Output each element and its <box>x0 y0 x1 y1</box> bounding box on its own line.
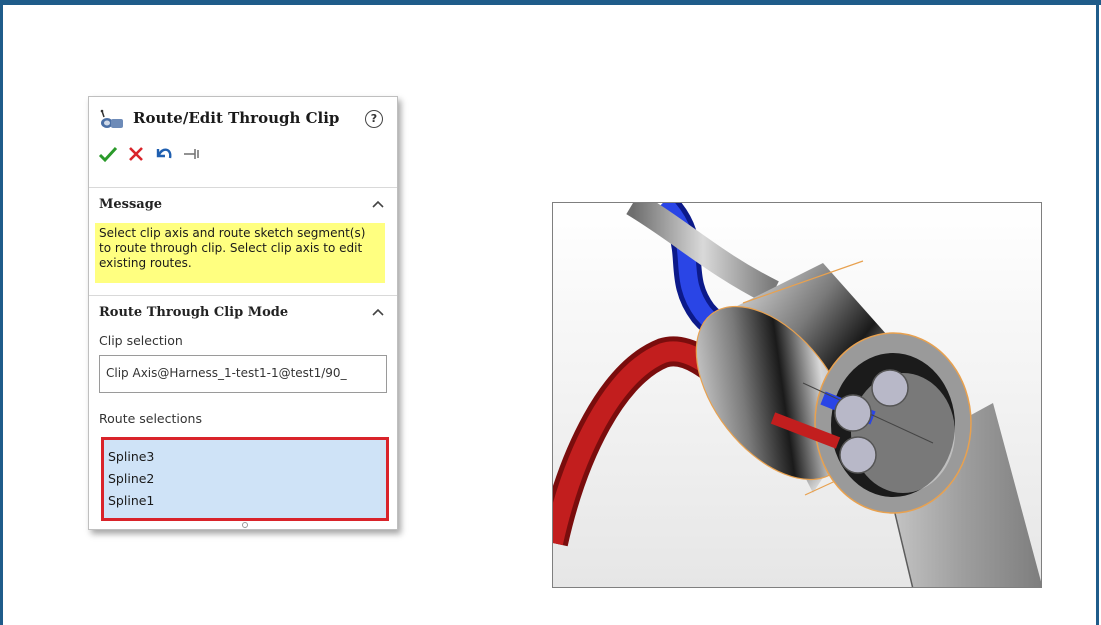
message-text: Select clip axis and route sketch segmen… <box>95 223 385 283</box>
help-icon[interactable]: ? <box>365 110 383 128</box>
route-clip-icon <box>100 109 123 128</box>
checkmark-icon[interactable] <box>97 143 119 165</box>
route-selections-list[interactable]: Spline3 Spline2 Spline1 <box>101 437 389 521</box>
frame-left-border <box>0 0 3 625</box>
action-toolbar <box>97 143 247 165</box>
list-item[interactable]: Spline1 <box>108 490 382 512</box>
close-icon[interactable] <box>125 143 147 165</box>
list-item[interactable]: Spline2 <box>108 468 382 490</box>
message-section-header[interactable]: Message <box>89 187 397 220</box>
list-item[interactable]: Spline3 <box>108 446 382 468</box>
chevron-up-icon[interactable] <box>371 306 385 318</box>
property-manager-titlebar: Route/Edit Through Clip ? <box>89 97 397 141</box>
pin-icon[interactable] <box>181 143 203 165</box>
clip-render-image <box>553 203 1041 587</box>
clip-selection-field[interactable]: Clip Axis@Harness_1-test1-1@test1/90_ <box>99 355 387 393</box>
mode-section-header[interactable]: Route Through Clip Mode <box>89 295 397 328</box>
property-manager-title: Route/Edit Through Clip <box>133 109 340 127</box>
mode-section-title: Route Through Clip Mode <box>99 305 289 320</box>
model-viewport[interactable] <box>552 202 1042 588</box>
undo-icon[interactable] <box>153 143 175 165</box>
frame-top-border <box>0 0 1101 5</box>
chevron-up-icon[interactable] <box>371 198 385 210</box>
property-manager-panel: Route/Edit Through Clip ? Message Select… <box>88 96 398 530</box>
clip-selection-label: Clip selection <box>99 333 183 348</box>
message-section-title: Message <box>99 197 163 212</box>
route-selections-label: Route selections <box>99 411 202 426</box>
frame-right-border <box>1096 0 1099 625</box>
resize-handle[interactable] <box>242 522 248 528</box>
